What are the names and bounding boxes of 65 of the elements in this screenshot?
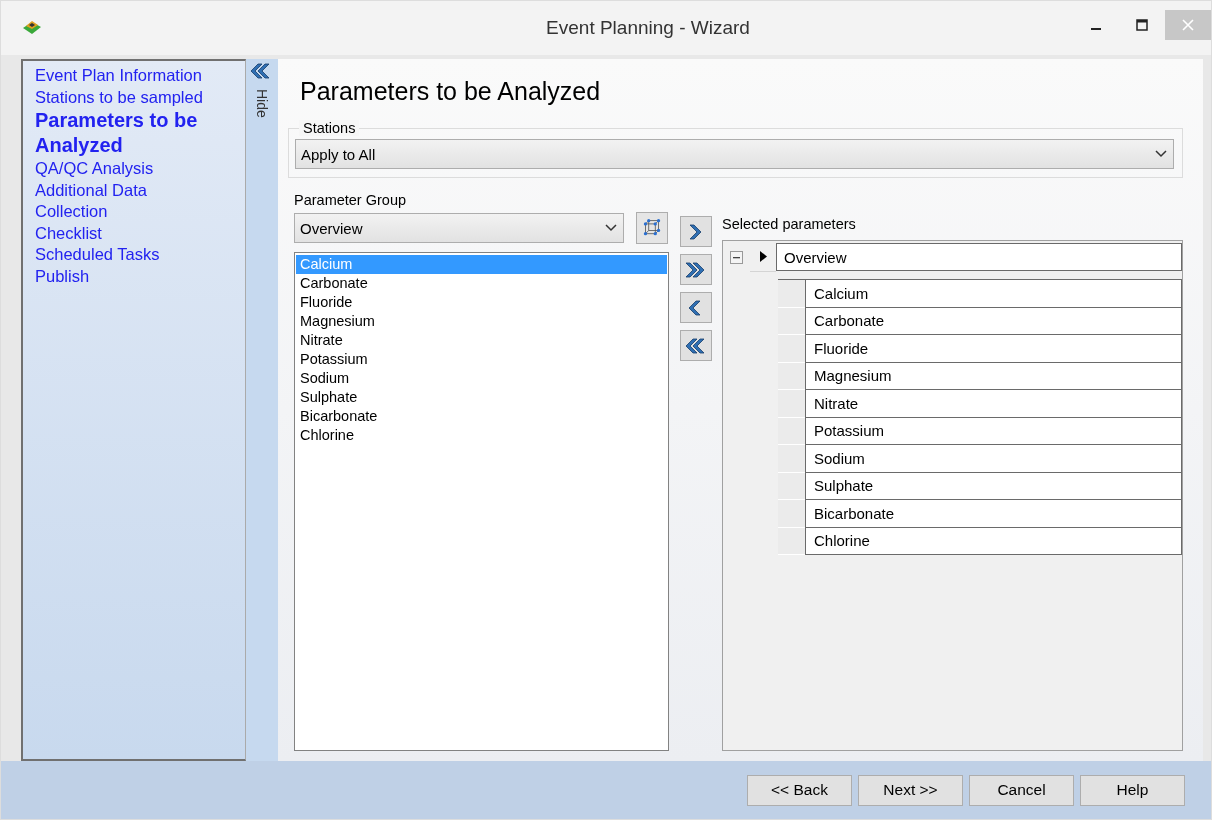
row-header-cell bbox=[778, 445, 805, 473]
wizard-button[interactable]: Cancel bbox=[969, 774, 1074, 806]
chevron-down-icon bbox=[605, 224, 617, 232]
table-cell: Fluoride bbox=[805, 335, 1182, 363]
list-item[interactable]: Bicarbonate bbox=[296, 407, 667, 426]
table-cell: Chlorine bbox=[805, 527, 1182, 555]
wizard-step[interactable]: Parameters to be Analyzed bbox=[35, 108, 233, 158]
list-item[interactable]: Fluoride bbox=[296, 293, 667, 312]
hide-label[interactable]: Hide bbox=[254, 89, 270, 118]
remove-all-button[interactable] bbox=[680, 330, 712, 361]
table-cell: Sulphate bbox=[805, 472, 1182, 500]
row-header-cell bbox=[778, 390, 805, 418]
stations-dropdown[interactable]: Apply to All bbox=[295, 139, 1174, 169]
list-item[interactable]: Sodium bbox=[296, 369, 667, 388]
table-cell: Potassium bbox=[805, 417, 1182, 445]
table-cell: Nitrate bbox=[805, 390, 1182, 418]
wizard-button[interactable]: << Back bbox=[747, 774, 852, 806]
parameter-group-dropdown[interactable]: Overview bbox=[294, 213, 624, 243]
wizard-button[interactable]: Help bbox=[1080, 774, 1185, 806]
row-header-cell bbox=[778, 335, 805, 363]
wizard-step[interactable]: Stations to be sampled bbox=[35, 86, 233, 108]
add-all-button[interactable] bbox=[680, 254, 712, 285]
table-cell: Bicarbonate bbox=[805, 500, 1182, 528]
minimize-icon bbox=[1091, 28, 1101, 30]
table-cell: Carbonate bbox=[805, 307, 1182, 335]
row-header-cell bbox=[778, 472, 805, 500]
list-item[interactable]: Sulphate bbox=[296, 388, 667, 407]
page-heading: Parameters to be Analyzed bbox=[300, 77, 602, 106]
row-pointer-icon bbox=[759, 251, 767, 262]
list-item[interactable]: Chlorine bbox=[296, 426, 667, 445]
field-label: Selected parameters bbox=[722, 216, 857, 232]
wizard-button[interactable]: Next >> bbox=[858, 774, 963, 806]
group-row-cell[interactable]: Overview bbox=[776, 243, 1182, 271]
group-label: Stations bbox=[299, 120, 360, 136]
list-item[interactable]: Nitrate bbox=[296, 331, 667, 350]
wizard-step[interactable]: Scheduled Tasks bbox=[35, 244, 233, 266]
close-icon bbox=[1182, 19, 1194, 31]
wizard-step[interactable]: Event Plan Information bbox=[35, 65, 233, 87]
table-cell: Sodium bbox=[805, 445, 1182, 473]
double-chevron-right-icon bbox=[685, 259, 707, 280]
field-label: Parameter Group bbox=[294, 192, 408, 208]
wizard-step[interactable]: Collection bbox=[35, 201, 233, 223]
maximize-icon bbox=[1136, 19, 1148, 31]
wizard-step[interactable]: QA/QC Analysis bbox=[35, 158, 233, 180]
wizard-step[interactable]: Checklist bbox=[35, 222, 233, 244]
double-chevron-left-icon bbox=[685, 335, 707, 356]
table-cell: Calcium bbox=[805, 280, 1182, 308]
cube-network-button[interactable] bbox=[636, 212, 668, 244]
row-header-cell bbox=[778, 417, 805, 445]
wizard-step[interactable]: Publish bbox=[35, 265, 233, 287]
collapse-icon[interactable] bbox=[730, 250, 743, 264]
list-item[interactable]: Carbonate bbox=[296, 274, 667, 293]
row-header-cell bbox=[778, 280, 805, 308]
list-item[interactable]: Magnesium bbox=[296, 312, 667, 331]
row-header-cell bbox=[778, 500, 805, 528]
row-header-cell bbox=[778, 527, 805, 555]
list-item[interactable]: Potassium bbox=[296, 350, 667, 369]
window-title: Event Planning - Wizard bbox=[545, 17, 751, 39]
row-header-cell bbox=[778, 307, 805, 335]
row-header-cell bbox=[778, 362, 805, 390]
remove-button[interactable] bbox=[680, 292, 712, 323]
table-cell: Magnesium bbox=[805, 362, 1182, 390]
chevron-down-icon bbox=[1155, 150, 1167, 158]
wizard-step[interactable]: Additional Data bbox=[35, 179, 233, 201]
add-button[interactable] bbox=[680, 216, 712, 247]
